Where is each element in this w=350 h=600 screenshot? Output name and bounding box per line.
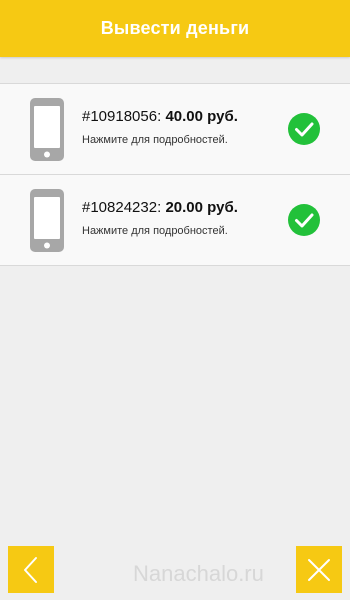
- transaction-hint: Нажмите для подробностей.: [82, 134, 228, 146]
- page-title: Вывести деньги: [100, 18, 250, 38]
- transaction-row[interactable]: #10824232: 20.00 руб. Нажмите для подроб…: [0, 175, 350, 266]
- header-bar: Вывести деньги: [0, 0, 350, 57]
- watermark: Nanachalo.ru: [133, 561, 264, 586]
- transaction-text: #10918056: 40.00 руб. Нажмите для подроб…: [82, 107, 290, 146]
- transaction-amount: 40.00 руб.: [165, 108, 238, 125]
- check-circle-icon: [288, 113, 320, 145]
- app-screen: Вывести деньги #10918056: 40.00 руб. Наж…: [0, 0, 350, 600]
- transaction-title: #10824232: 20.00 руб.: [82, 198, 290, 218]
- transaction-list: #10918056: 40.00 руб. Нажмите для подроб…: [0, 83, 350, 266]
- transaction-id: #10824232: [82, 199, 158, 216]
- back-button[interactable]: [8, 546, 54, 593]
- chevron-left-icon: [24, 556, 37, 583]
- transaction-id: #10918056: [82, 108, 158, 125]
- phone-icon: [30, 189, 64, 252]
- transaction-title: #10918056: 40.00 руб.: [82, 107, 290, 127]
- transaction-amount: 20.00 руб.: [165, 199, 238, 216]
- transaction-text: #10824232: 20.00 руб. Нажмите для подроб…: [82, 198, 290, 237]
- close-button[interactable]: [296, 546, 342, 593]
- transaction-row[interactable]: #10918056: 40.00 руб. Нажмите для подроб…: [0, 84, 350, 175]
- close-icon: [308, 558, 330, 581]
- phone-icon: [30, 98, 64, 161]
- transaction-hint: Нажмите для подробностей.: [82, 225, 228, 237]
- check-circle-icon: [288, 204, 320, 236]
